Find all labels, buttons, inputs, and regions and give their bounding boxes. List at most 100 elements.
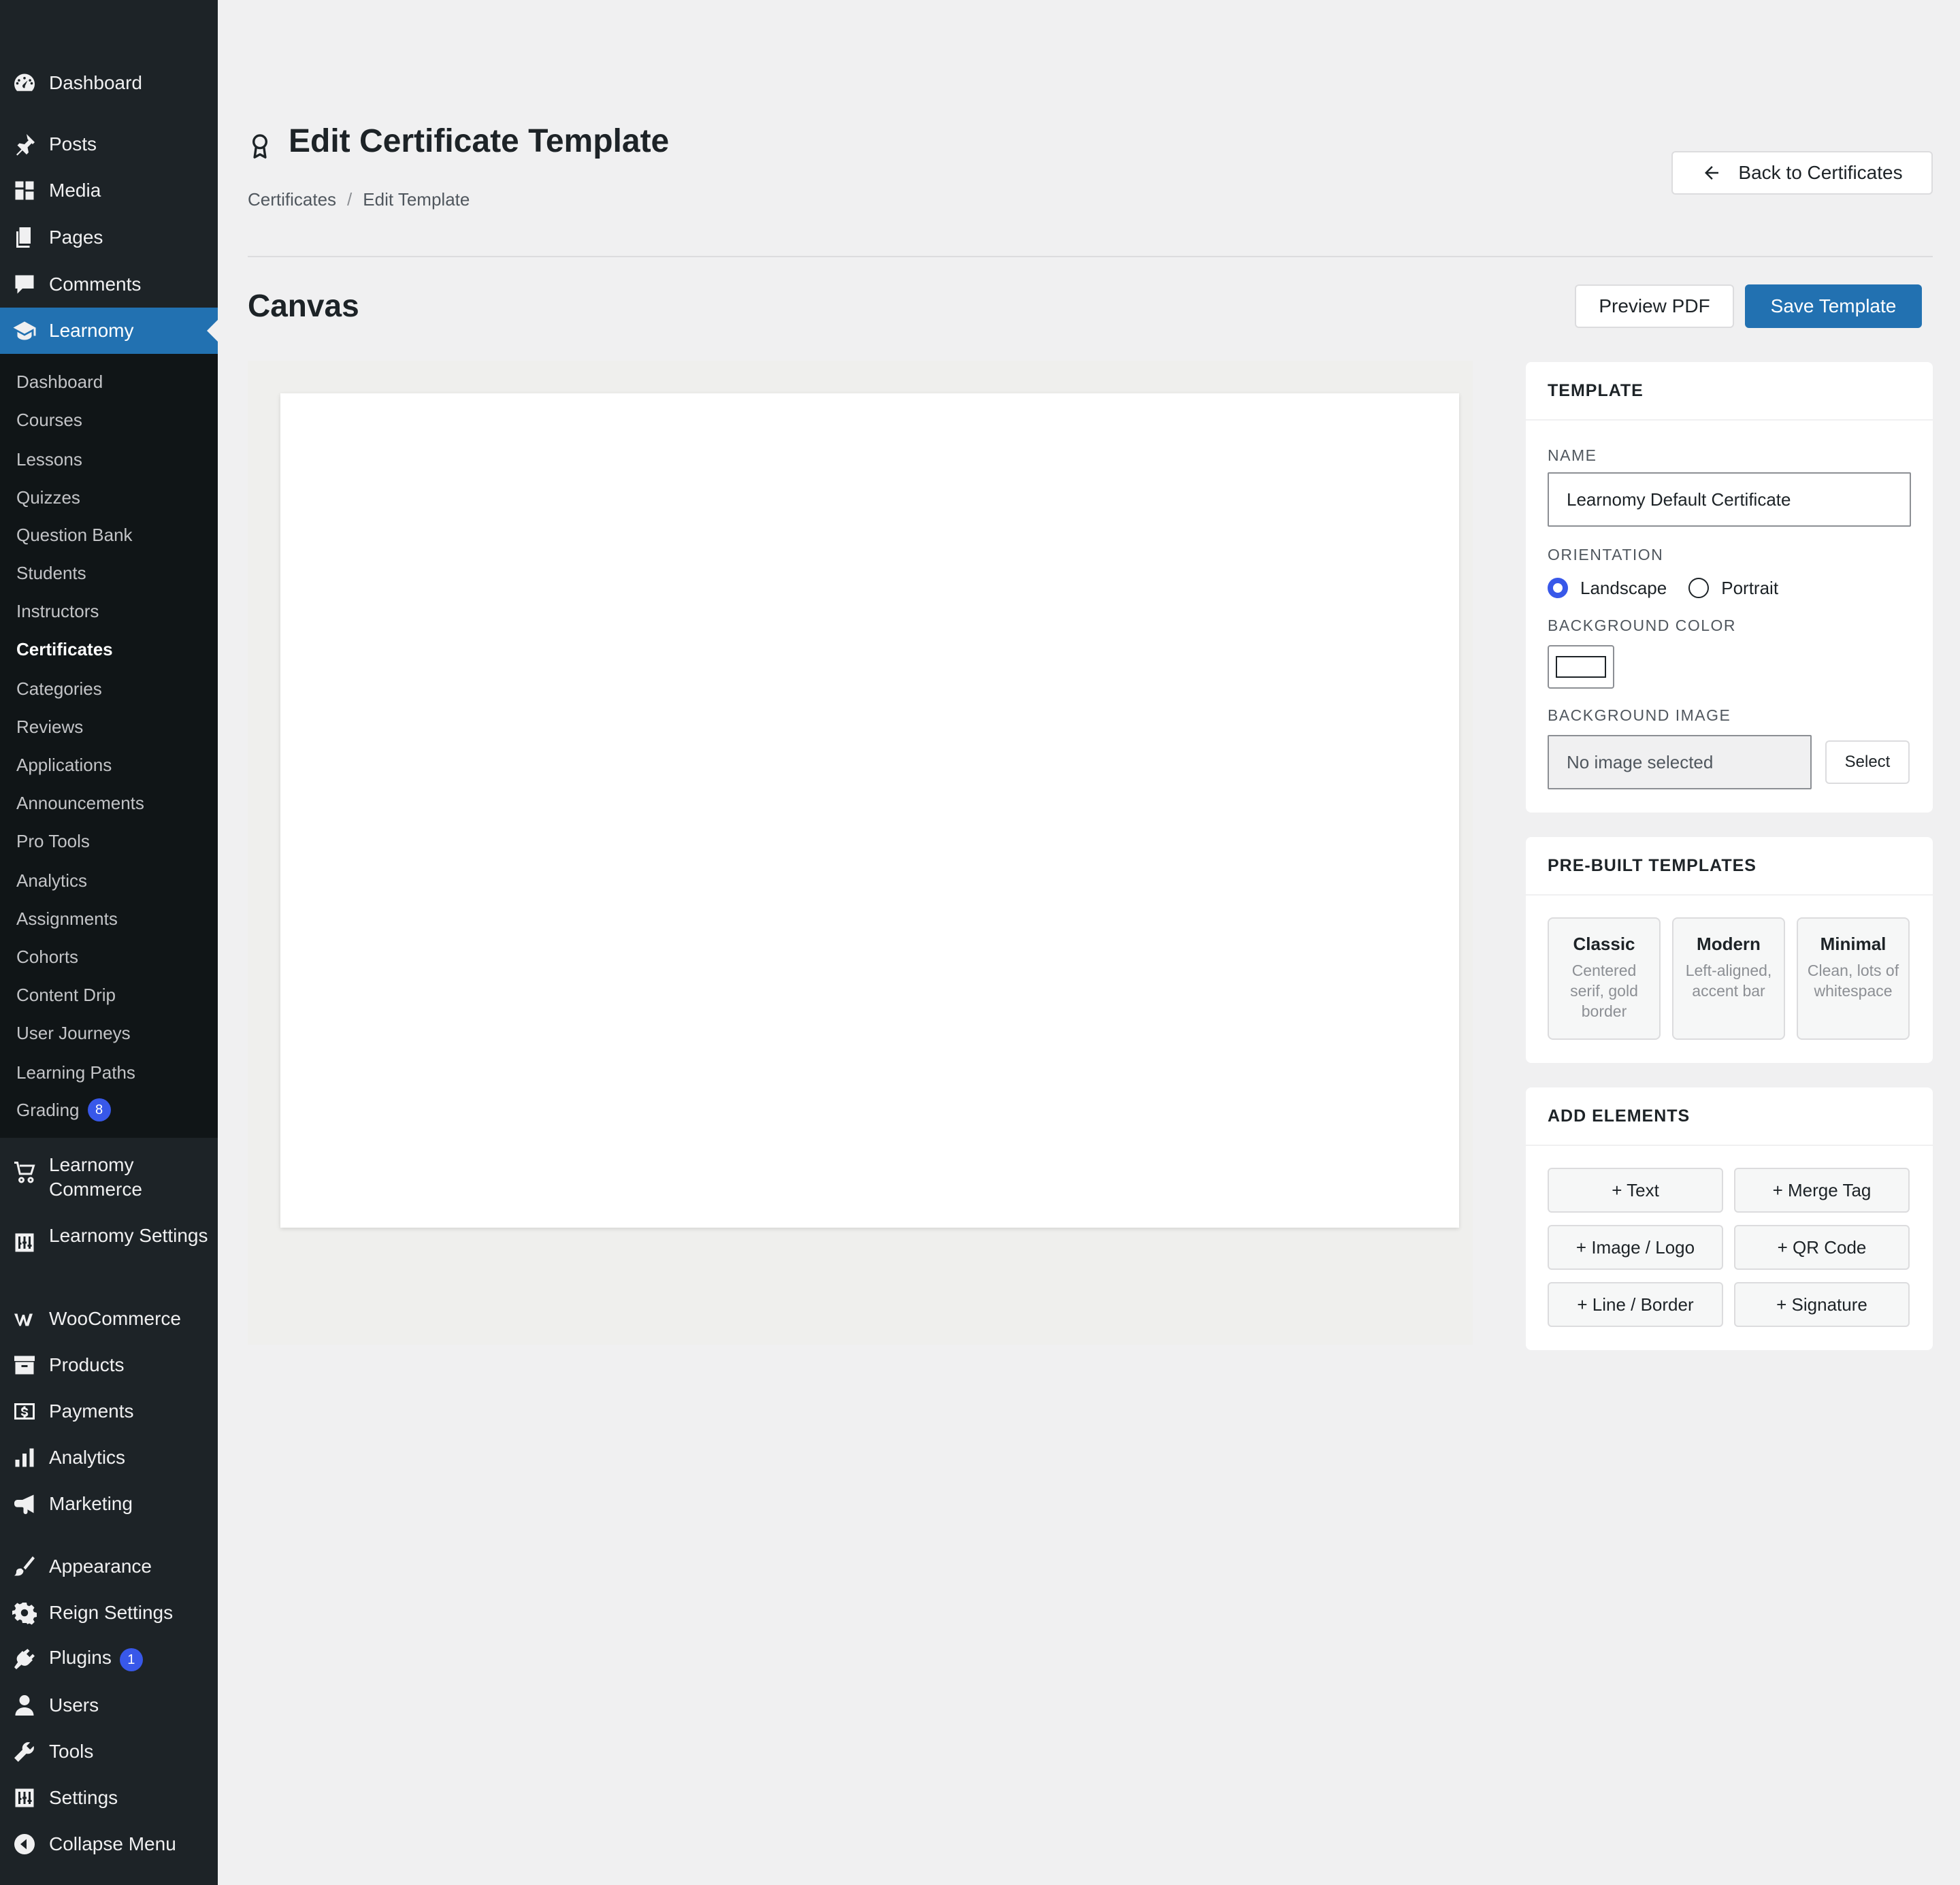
submenu-item-certificates[interactable]: Certificates	[16, 632, 113, 666]
submenu-label: Quizzes	[16, 487, 80, 508]
graduation-cap-icon	[11, 317, 38, 344]
add-image-logo-button[interactable]: + Image / Logo	[1548, 1225, 1723, 1270]
menu-media[interactable]: Media	[0, 167, 218, 214]
settings-sliders-icon	[11, 1229, 38, 1256]
menu-posts[interactable]: Posts	[0, 121, 218, 167]
template-name-input[interactable]	[1548, 472, 1911, 527]
pages-icon	[11, 224, 38, 251]
submenu-item[interactable]: Question Bank	[16, 518, 133, 552]
select-image-button[interactable]: Select	[1825, 740, 1910, 784]
prebuilt-templates-panel: PRE-BUILT TEMPLATES Classic Centered ser…	[1526, 837, 1933, 1063]
menu-tools[interactable]: Tools	[0, 1728, 218, 1775]
menu-users[interactable]: Users	[0, 1682, 218, 1728]
menu-woocommerce[interactable]: WooCommerce	[0, 1296, 218, 1342]
submenu-item[interactable]: Students	[16, 556, 86, 590]
plug-icon	[11, 1645, 38, 1673]
bar-chart-icon	[11, 1444, 38, 1471]
woocommerce-icon	[11, 1305, 38, 1332]
menu-label: Users	[49, 1694, 99, 1716]
page-title: Edit Certificate Template	[289, 123, 670, 159]
save-template-button[interactable]: Save Template	[1745, 284, 1922, 328]
portrait-radio-label[interactable]: Portrait	[1721, 578, 1778, 599]
add-merge-tag-button[interactable]: + Merge Tag	[1734, 1168, 1910, 1213]
add-signature-button[interactable]: + Signature	[1734, 1282, 1910, 1327]
preview-pdf-button[interactable]: Preview PDF	[1575, 284, 1734, 328]
submenu-item[interactable]: Quizzes	[16, 480, 80, 514]
submenu-label: Learning Paths	[16, 1062, 135, 1083]
menu-appearance[interactable]: Appearance	[0, 1543, 218, 1590]
menu-label: Collapse Menu	[49, 1833, 176, 1854]
submenu-item[interactable]: Applications	[16, 748, 112, 782]
submenu-item[interactable]: Instructors	[16, 594, 99, 628]
submenu-item[interactable]: Reviews	[16, 710, 83, 744]
submenu-item[interactable]: Learning Paths	[16, 1055, 135, 1089]
back-to-certificates-button[interactable]: Back to Certificates	[1671, 151, 1933, 195]
award-icon	[252, 134, 267, 159]
breadcrumb-current: Edit Template	[363, 189, 470, 210]
admin-sidebar: Dashboard Posts Media Pages Comments Lea…	[0, 0, 218, 1885]
add-line-border-button[interactable]: + Line / Border	[1548, 1282, 1723, 1327]
menu-reign-settings[interactable]: Reign Settings	[0, 1590, 218, 1636]
menu-payments[interactable]: Payments	[0, 1388, 218, 1435]
canvas-title: Canvas	[248, 288, 359, 323]
gear-icon	[11, 1599, 38, 1626]
collapse-icon	[11, 1831, 38, 1858]
menu-settings[interactable]: Settings	[0, 1775, 218, 1821]
menu-label: Analytics	[49, 1447, 126, 1468]
submenu-label: Students	[16, 562, 86, 583]
template-name: Classic	[1573, 934, 1635, 954]
template-card-modern[interactable]: Modern Left-aligned, accent bar	[1672, 917, 1785, 1040]
submenu-item[interactable]: Courses	[16, 403, 82, 437]
template-card-classic[interactable]: Classic Centered serif, gold border	[1548, 917, 1661, 1040]
submenu-item[interactable]: Assignments	[16, 902, 118, 936]
menu-plugins[interactable]: Plugins 1	[0, 1636, 218, 1682]
submenu-item[interactable]: Lessons	[16, 442, 82, 476]
submenu-item[interactable]: Dashboard	[16, 365, 103, 399]
submenu-item[interactable]: Categories	[16, 672, 102, 706]
paintbrush-icon	[11, 1553, 38, 1580]
submenu-label: Assignments	[16, 908, 118, 929]
submenu-item[interactable]: Content Drip	[16, 978, 116, 1012]
count-badge: 1	[119, 1648, 143, 1672]
submenu-item[interactable]: User Journeys	[16, 1016, 131, 1050]
submenu-label: Announcements	[16, 792, 144, 813]
submenu-label: Instructors	[16, 600, 99, 621]
menu-label: Settings	[49, 1787, 118, 1808]
submenu-item[interactable]: Pro Tools	[16, 824, 90, 858]
menu-label: WooCommerce	[49, 1308, 181, 1329]
menu-dashboard[interactable]: Dashboard	[0, 60, 218, 106]
menu-analytics[interactable]: Analytics	[0, 1435, 218, 1481]
add-qr-code-button[interactable]: + QR Code	[1734, 1225, 1910, 1270]
landscape-radio-label[interactable]: Landscape	[1580, 578, 1667, 599]
add-text-button[interactable]: + Text	[1548, 1168, 1723, 1213]
menu-label: Learnomy Commerce	[49, 1154, 142, 1200]
menu-learnomy[interactable]: Learnomy	[0, 308, 218, 354]
background-image-field[interactable]	[1548, 735, 1812, 789]
submenu-item[interactable]: Analytics	[16, 864, 87, 898]
menu-pages[interactable]: Pages	[0, 214, 218, 261]
submenu-item-grading[interactable]: Grading 8	[16, 1093, 111, 1127]
menu-learnomy-commerce[interactable]: Learnomy Commerce	[0, 1147, 218, 1213]
menu-products[interactable]: Products	[0, 1342, 218, 1388]
button-label: Back to Certificates	[1738, 162, 1903, 183]
menu-marketing[interactable]: Marketing	[0, 1481, 218, 1527]
background-color-picker[interactable]	[1548, 645, 1614, 689]
breadcrumb-link-certificates[interactable]: Certificates	[248, 189, 336, 210]
megaphone-icon	[11, 1490, 38, 1518]
orientation-radio-group: Landscape Portrait	[1548, 574, 1800, 602]
menu-label: Payments	[49, 1400, 134, 1422]
certificate-canvas[interactable]	[280, 393, 1459, 1228]
collapse-menu-button[interactable]: Collapse Menu	[0, 1821, 218, 1867]
background-image-label: BACKGROUND IMAGE	[1548, 706, 1731, 724]
submenu-item[interactable]: Cohorts	[16, 940, 78, 974]
pin-icon	[11, 131, 38, 158]
name-label: NAME	[1548, 446, 1597, 464]
template-card-minimal[interactable]: Minimal Clean, lots of whitespace	[1797, 917, 1910, 1040]
submenu-item[interactable]: Announcements	[16, 786, 144, 820]
menu-learnomy-settings[interactable]: Learnomy Settings	[0, 1218, 218, 1283]
template-description: Centered serif, gold border	[1570, 962, 1638, 1020]
portrait-radio[interactable]	[1688, 578, 1710, 598]
landscape-radio[interactable]	[1548, 578, 1568, 598]
menu-comments[interactable]: Comments	[0, 261, 218, 308]
template-name: Minimal	[1820, 934, 1886, 954]
